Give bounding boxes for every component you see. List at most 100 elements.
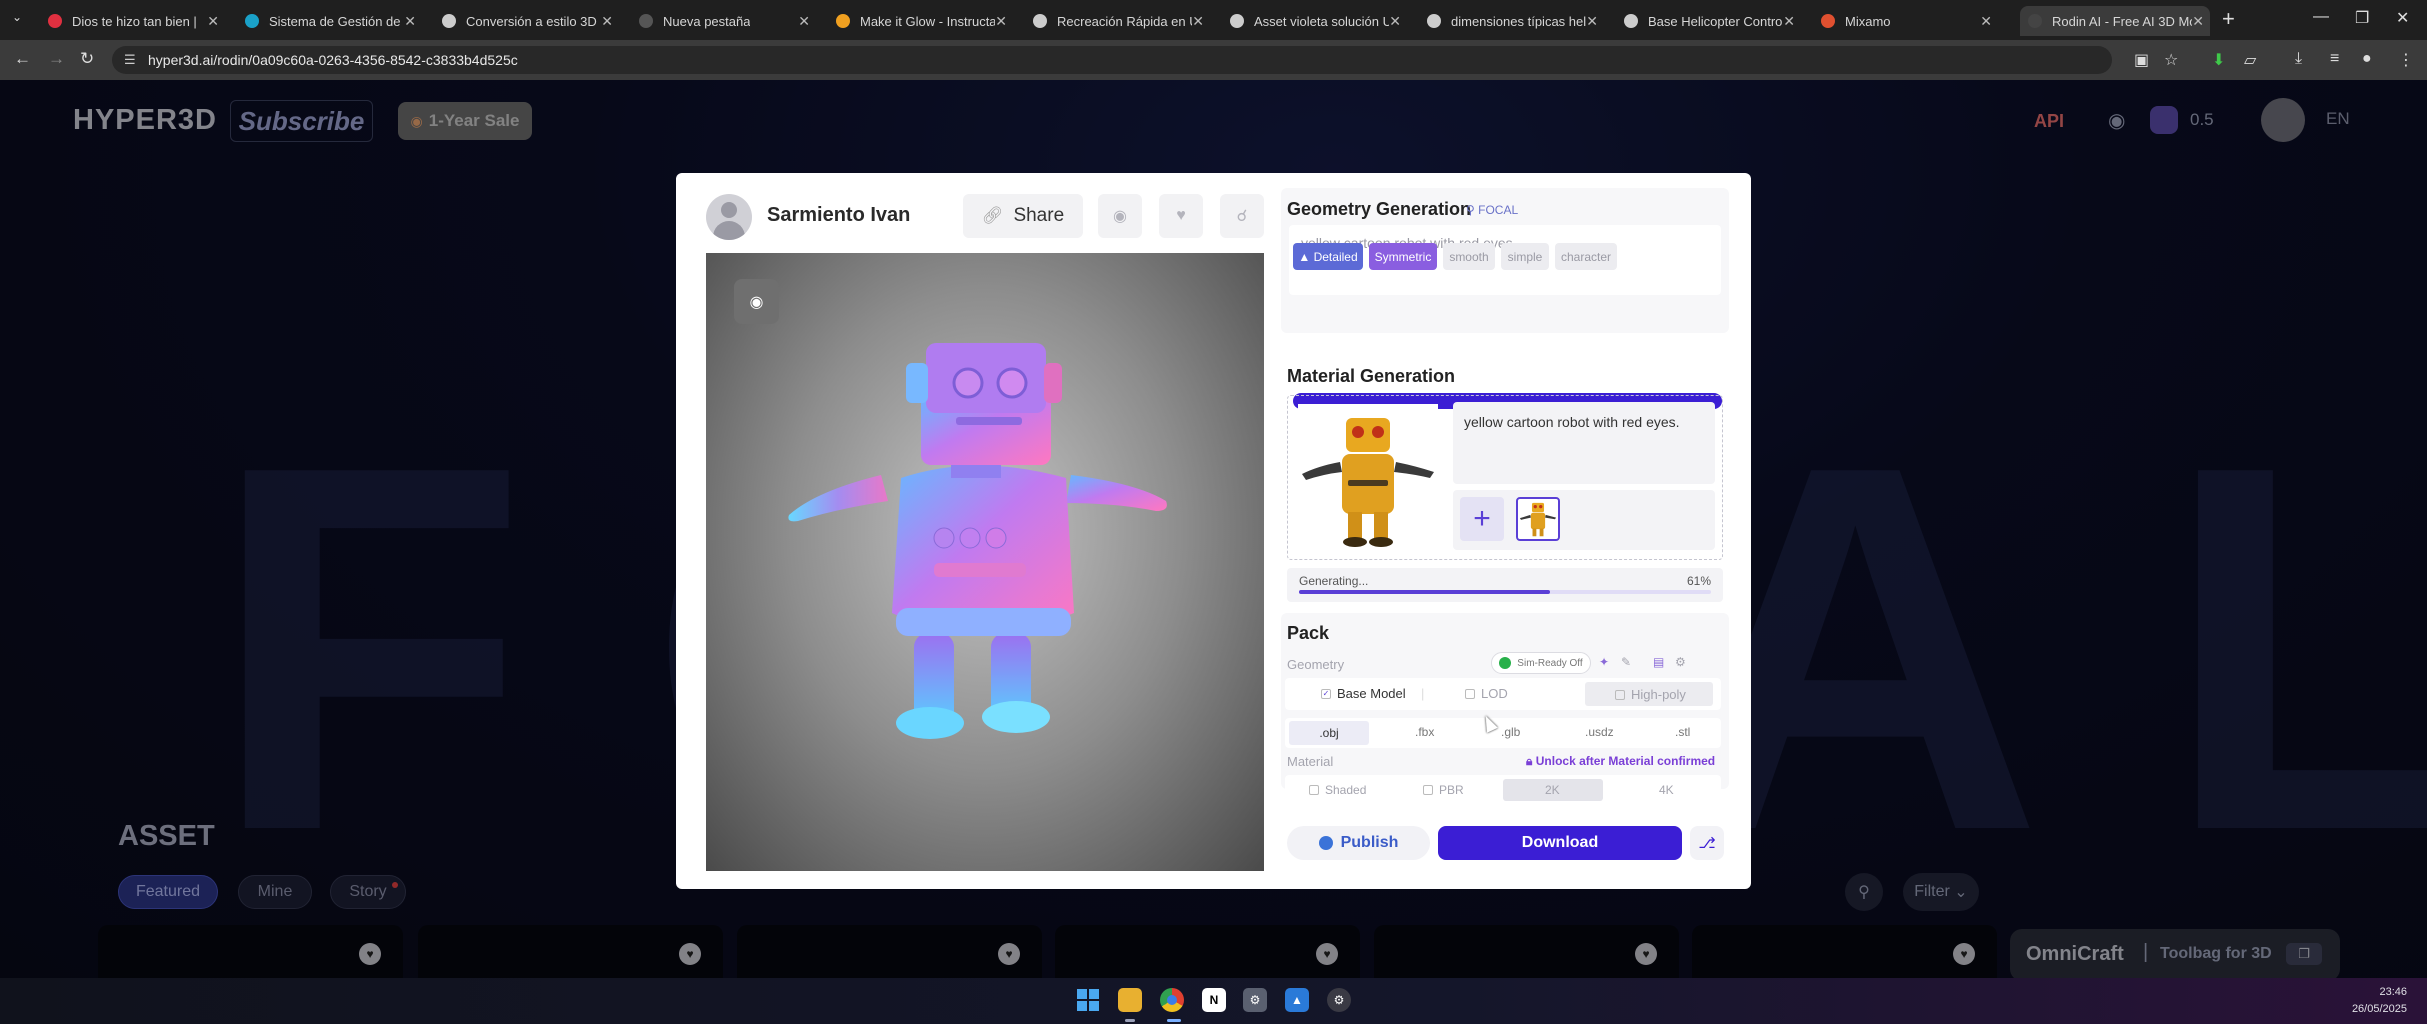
option-pbr[interactable]: PBR	[1423, 783, 1464, 797]
file-explorer-icon[interactable]	[1118, 988, 1142, 1012]
visibility-button[interactable]: ◉	[1098, 194, 1142, 238]
close-tab-icon[interactable]: ✕	[601, 13, 613, 30]
forward-icon[interactable]: →	[48, 49, 65, 69]
model-options: ✓ Base Model | LOD High-poly	[1285, 678, 1721, 710]
reading-list-icon[interactable]: ≡	[2330, 50, 2339, 68]
browser-tab[interactable]: Make it Glow - Instructab ✕	[828, 6, 1013, 36]
chrome-icon[interactable]	[1160, 988, 1184, 1012]
extension-download-icon[interactable]: ⬇	[2212, 50, 2225, 70]
favicon-icon	[2028, 14, 2042, 28]
page-background: FOCAL HYPER3D Subscribe ◉ 1-Year Sale AP…	[0, 80, 2427, 978]
share-button[interactable]: 🔗︎ Share	[963, 194, 1083, 238]
option-4k[interactable]: 4K	[1659, 783, 1674, 797]
tab-title: Sistema de Gestión de Pro	[269, 13, 404, 29]
option-lod[interactable]: LOD	[1465, 686, 1508, 701]
favicon-icon	[836, 14, 850, 28]
tag-smooth: smooth	[1443, 243, 1495, 270]
photos-app-icon[interactable]: ▲	[1285, 988, 1309, 1012]
material-progress-fill	[1299, 590, 1551, 594]
sparkle-icon[interactable]: ✦	[1599, 655, 1609, 669]
like-button[interactable]: ♥	[1159, 194, 1203, 238]
tab-title: Recreación Rápida en Uni	[1057, 13, 1192, 29]
material-status: Generating...	[1299, 574, 1369, 588]
publish-button[interactable]: Publish	[1287, 826, 1430, 860]
system-clock[interactable]: 23:46 26/05/2025	[2352, 984, 2407, 1018]
back-icon[interactable]: ←	[14, 49, 31, 69]
browser-tab[interactable]: Base Helicopter Controlle ✕	[1616, 6, 1801, 36]
format-obj[interactable]: .obj	[1289, 721, 1369, 745]
download-button[interactable]: Download	[1438, 826, 1682, 860]
minimize-icon[interactable]: —	[2313, 8, 2329, 26]
material-percent: 61%	[1686, 574, 1711, 588]
format-stl[interactable]: .stl	[1675, 725, 1690, 739]
close-tab-icon[interactable]: ✕	[1192, 13, 1204, 30]
material-prompt[interactable]: yellow cartoon robot with red eyes.	[1453, 402, 1715, 484]
close-tab-icon[interactable]: ✕	[207, 13, 219, 30]
settings-icon[interactable]: ⚙	[1675, 655, 1686, 669]
fork-icon[interactable]: ⎇	[1690, 826, 1724, 860]
close-tab-icon[interactable]: ✕	[1389, 13, 1401, 30]
address-bar[interactable]: ☰ hyper3d.ai/rodin/0a09c60a-0263-4356-85…	[112, 46, 2112, 74]
close-tab-icon[interactable]: ✕	[404, 13, 416, 30]
browser-tab[interactable]: Rodin AI - Free AI 3D Mod ✕	[2020, 6, 2210, 36]
edit-icon[interactable]: ✎	[1621, 655, 1631, 669]
extensions-icon[interactable]: ▱	[2244, 50, 2256, 70]
close-tab-icon[interactable]: ✕	[995, 13, 1007, 30]
option-high-poly-label: High-poly	[1631, 687, 1686, 702]
geometry-label: Geometry	[1287, 657, 1345, 672]
favicon-icon	[1821, 14, 1835, 28]
browser-tab[interactable]: Conversión a estilo 3D ✕	[434, 6, 619, 36]
profile-icon[interactable]: ●	[2362, 50, 2372, 68]
bookmark-star-icon[interactable]: ☆	[2164, 50, 2178, 70]
option-shaded-label: Shaded	[1325, 783, 1367, 797]
option-base-model[interactable]: ✓ Base Model	[1321, 686, 1406, 701]
format-glb[interactable]: .glb	[1501, 725, 1520, 739]
model-viewer[interactable]: ◉	[706, 253, 1264, 871]
browser-tab[interactable]: Nueva pestaña ✕	[631, 6, 816, 36]
tab-list-icon[interactable]: ⌄	[12, 10, 22, 24]
browser-tab[interactable]: Dios te hizo tan bien | ✕	[40, 6, 225, 36]
reference-thumbnail[interactable]	[1516, 497, 1560, 541]
format-usdz[interactable]: .usdz	[1585, 725, 1614, 739]
author-avatar[interactable]	[706, 194, 752, 240]
browser-tab[interactable]: Mixamo ✕	[1813, 6, 1998, 36]
close-tab-icon[interactable]: ✕	[1586, 13, 1598, 30]
app-icon[interactable]: ⚙	[1327, 988, 1351, 1012]
add-image-button[interactable]: +	[1460, 497, 1504, 541]
downloads-icon[interactable]: ⤓	[2295, 50, 2302, 68]
checkbox-icon	[1615, 689, 1625, 700]
favicon-icon	[639, 14, 653, 28]
material-progress: Generating... 61%	[1287, 568, 1723, 602]
restore-icon[interactable]: ❐	[2355, 8, 2369, 28]
site-info-icon[interactable]: ☰	[124, 52, 136, 68]
close-tab-icon[interactable]: ✕	[2192, 13, 2204, 30]
browser-tab[interactable]: Asset violeta solución Uni ✕	[1222, 6, 1407, 36]
option-shaded[interactable]: Shaded	[1309, 783, 1366, 797]
layout-icon[interactable]: ▤	[1653, 655, 1664, 669]
close-window-icon[interactable]: ✕	[2396, 8, 2409, 28]
option-2k[interactable]: 2K	[1545, 783, 1560, 797]
install-app-icon[interactable]: ▣	[2134, 50, 2149, 70]
tab-title: Nueva pestaña	[663, 13, 751, 29]
reload-icon[interactable]: ↻	[80, 49, 94, 69]
unlock-button[interactable]: ☌	[1220, 194, 1264, 238]
tab-title: Dios te hizo tan bien |	[72, 13, 197, 29]
option-high-poly[interactable]: High-poly	[1585, 682, 1713, 706]
settings-app-icon[interactable]: ⚙	[1243, 988, 1267, 1012]
close-tab-icon[interactable]: ✕	[1980, 13, 1992, 30]
close-tab-icon[interactable]: ✕	[1783, 13, 1795, 30]
close-tab-icon[interactable]: ✕	[798, 13, 810, 30]
author-name[interactable]: Sarmiento Ivan	[767, 204, 910, 227]
notion-icon[interactable]: N	[1202, 988, 1226, 1012]
format-fbx[interactable]: .fbx	[1415, 725, 1434, 739]
browser-tab[interactable]: dimensiones típicas helic ✕	[1419, 6, 1604, 36]
browser-tab[interactable]: Sistema de Gestión de Pro✕	[237, 6, 422, 36]
menu-icon[interactable]: ⋮	[2398, 50, 2414, 70]
tab-title: Make it Glow - Instructab	[860, 13, 995, 29]
browser-tab[interactable]: Recreación Rápida en Uni✕	[1025, 6, 1210, 36]
clock-date: 26/05/2025	[2351, 1003, 2407, 1015]
new-tab-button[interactable]: +	[2222, 8, 2235, 30]
heart-icon: ♥	[1176, 207, 1186, 224]
start-icon[interactable]	[1076, 988, 1100, 1012]
sim-ready-toggle[interactable]: Sim-Ready Off	[1491, 652, 1591, 674]
